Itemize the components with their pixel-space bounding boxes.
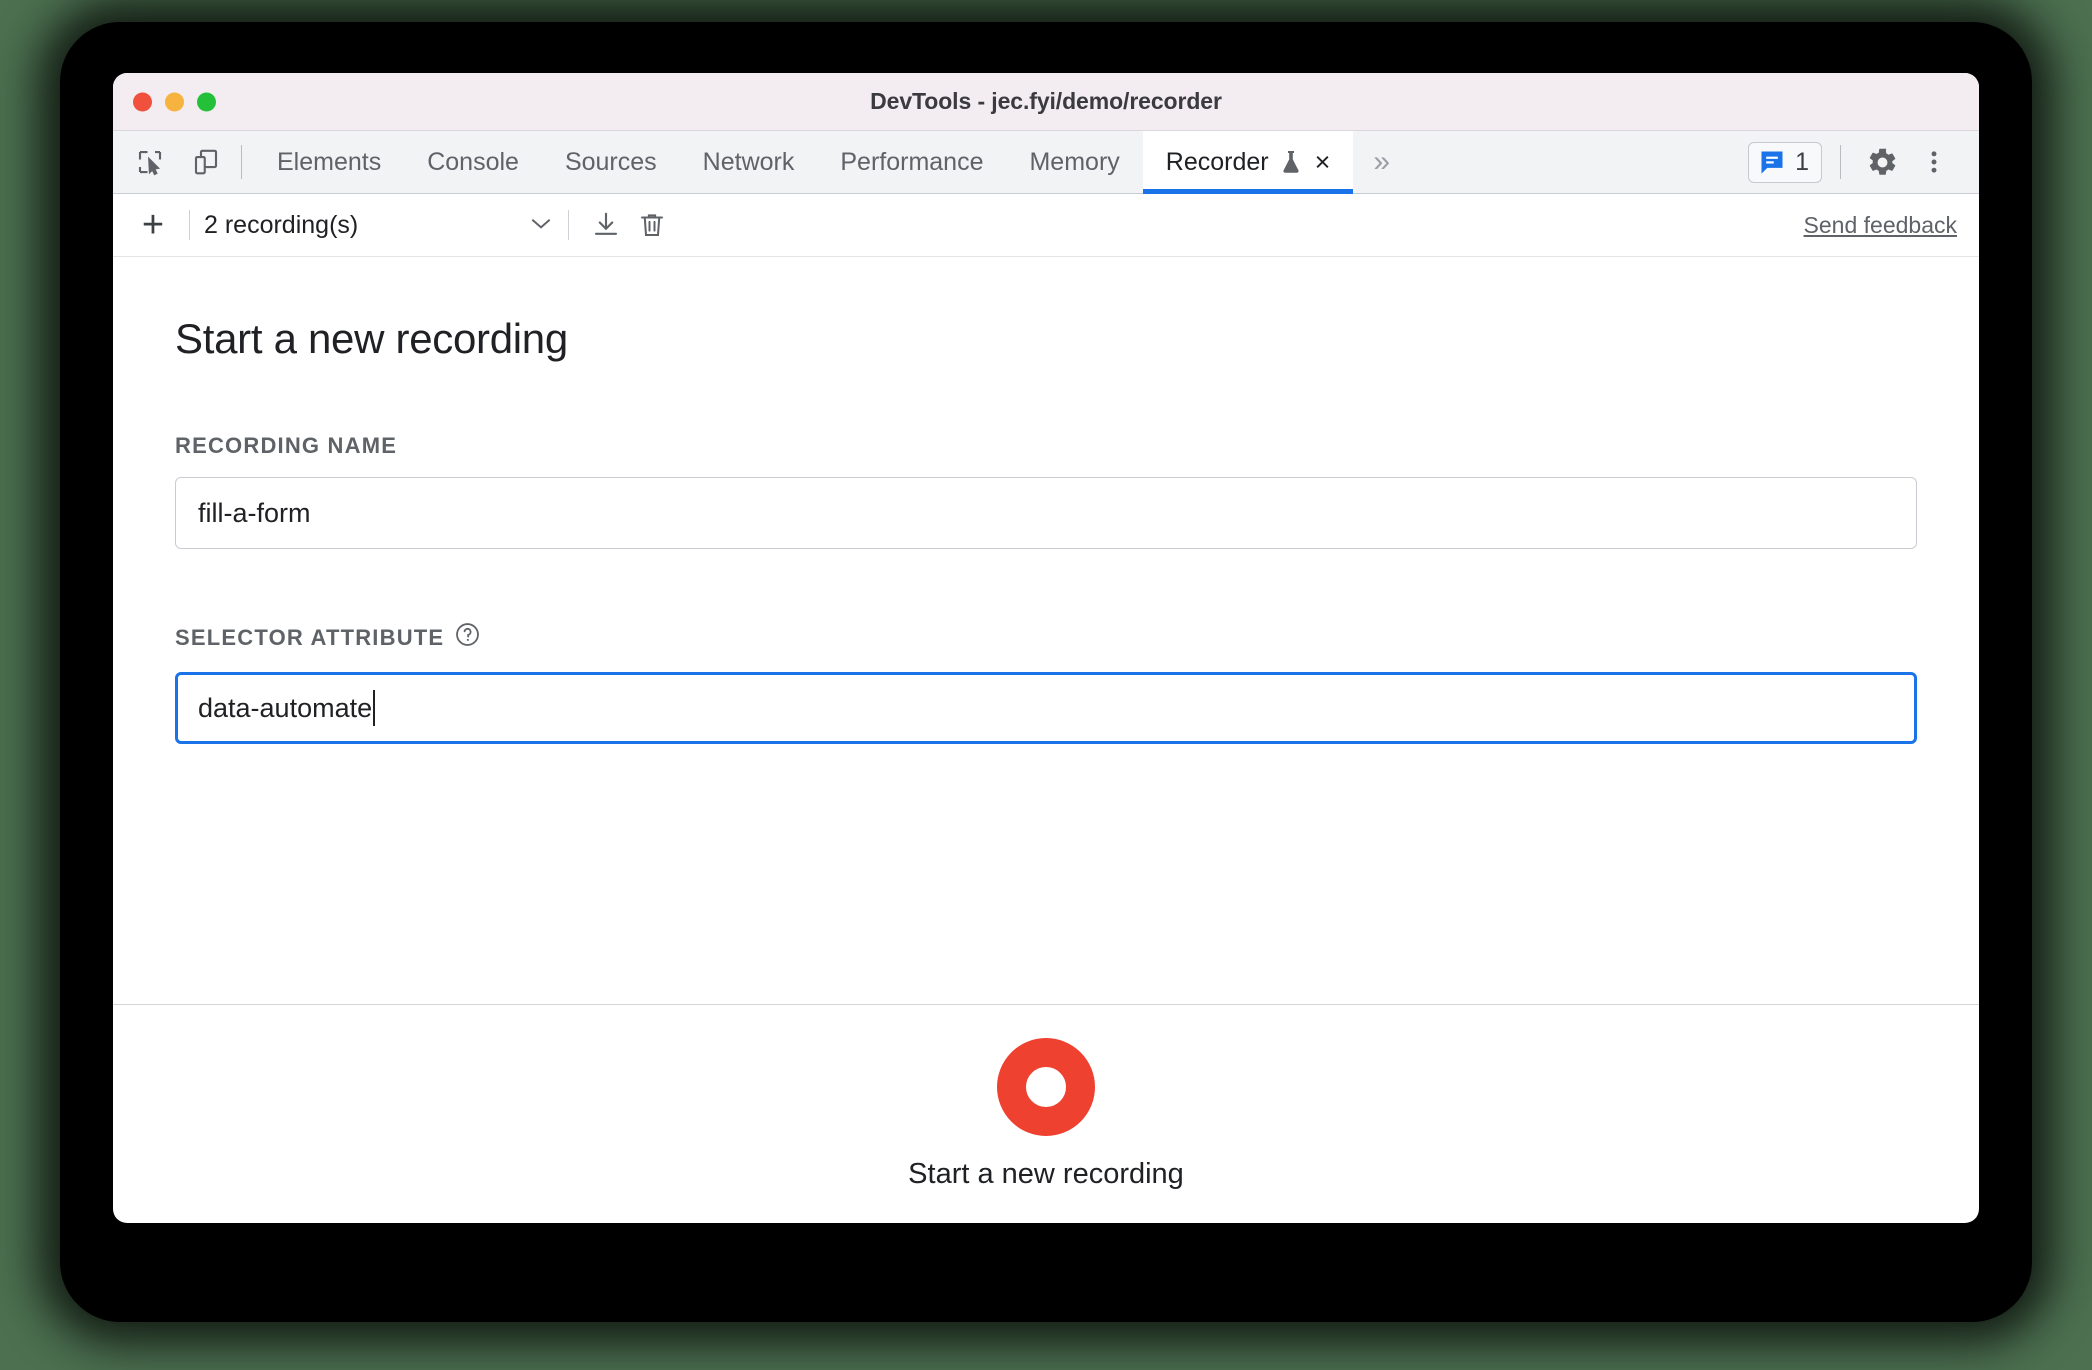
- minimize-window-button[interactable]: [165, 92, 184, 111]
- device-toolbar-icon[interactable]: [183, 139, 229, 185]
- tab-label: Sources: [564, 147, 657, 176]
- tab-label: Network: [702, 147, 795, 176]
- tab-label: Performance: [840, 147, 984, 176]
- tab-label: Console: [427, 147, 519, 176]
- tab-network[interactable]: Network: [680, 131, 818, 193]
- gear-icon[interactable]: [1859, 139, 1905, 185]
- console-message-icon[interactable]: 1: [1748, 141, 1822, 183]
- devtools-tabstrip-actions: 1: [1748, 131, 1979, 193]
- field-recording-name: RECORDING NAME: [175, 433, 1917, 549]
- tab-memory[interactable]: Memory: [1006, 131, 1142, 193]
- recorder-new-recording-panel: Start a new recording RECORDING NAME SEL…: [113, 257, 1979, 1004]
- page-title: Start a new recording: [175, 315, 568, 362]
- tab-label: Elements: [277, 147, 382, 176]
- more-options-icon[interactable]: [1911, 139, 1957, 185]
- send-feedback-link[interactable]: Send feedback: [1804, 212, 1957, 239]
- field-selector-attribute: SELECTOR ATTRIBUTE: [175, 621, 1917, 744]
- selector-attribute-label: SELECTOR ATTRIBUTE: [175, 621, 1917, 654]
- recording-name-label: RECORDING NAME: [175, 433, 1917, 459]
- devtools-window: DevTools - jec.fyi/demo/recorder Element…: [113, 73, 1979, 1223]
- more-tabs-icon[interactable]: »: [1353, 131, 1410, 193]
- help-icon[interactable]: [454, 621, 481, 654]
- recorder-footer: Start a new recording: [113, 1004, 1979, 1223]
- label-text: SELECTOR ATTRIBUTE: [175, 624, 445, 650]
- recorder-toolbar: + 2 recording(s) Send feedback: [113, 194, 1979, 257]
- window-titlebar: DevTools - jec.fyi/demo/recorder: [113, 73, 1979, 131]
- zoom-window-button[interactable]: [197, 92, 216, 111]
- actions-divider: [1840, 145, 1841, 179]
- tab-label: Recorder: [1165, 147, 1269, 176]
- tab-console[interactable]: Console: [404, 131, 542, 193]
- toolbar-divider: [241, 145, 242, 179]
- recording-name-input[interactable]: [175, 477, 1917, 549]
- window-title: DevTools - jec.fyi/demo/recorder: [870, 88, 1222, 114]
- record-circle-icon[interactable]: [997, 1037, 1095, 1136]
- window-controls: [133, 92, 216, 111]
- import-recording-icon[interactable]: [583, 202, 629, 248]
- devtools-tabstrip: Elements Console Sources Network Perform…: [113, 131, 1979, 194]
- devtools-tool-icons: [113, 131, 229, 193]
- selector-attribute-input[interactable]: [175, 672, 1917, 744]
- recordings-select-value: 2 recording(s): [204, 210, 359, 239]
- chevron-down-icon: [528, 215, 554, 236]
- inspect-element-icon[interactable]: [127, 139, 173, 185]
- close-window-button[interactable]: [133, 92, 152, 111]
- toolbar-divider: [568, 210, 569, 240]
- recordings-select[interactable]: 2 recording(s): [204, 211, 554, 240]
- delete-recording-icon[interactable]: [629, 202, 675, 248]
- devtools-tabs: Elements Console Sources Network Perform…: [254, 131, 1354, 194]
- close-icon[interactable]: ×: [1315, 148, 1331, 176]
- add-recording-button[interactable]: +: [131, 203, 175, 247]
- label-text: RECORDING NAME: [175, 433, 398, 458]
- console-message-count: 1: [1795, 147, 1809, 176]
- tab-label: Memory: [1029, 147, 1120, 176]
- tab-sources[interactable]: Sources: [542, 131, 680, 193]
- tab-recorder[interactable]: Recorder ×: [1142, 131, 1354, 194]
- tab-performance[interactable]: Performance: [817, 131, 1006, 193]
- text-cursor: [373, 690, 376, 726]
- experiment-flask-icon: [1279, 149, 1303, 175]
- toolbar-divider: [189, 210, 190, 240]
- tab-elements[interactable]: Elements: [254, 131, 404, 193]
- start-recording-button[interactable]: Start a new recording: [908, 1158, 1184, 1191]
